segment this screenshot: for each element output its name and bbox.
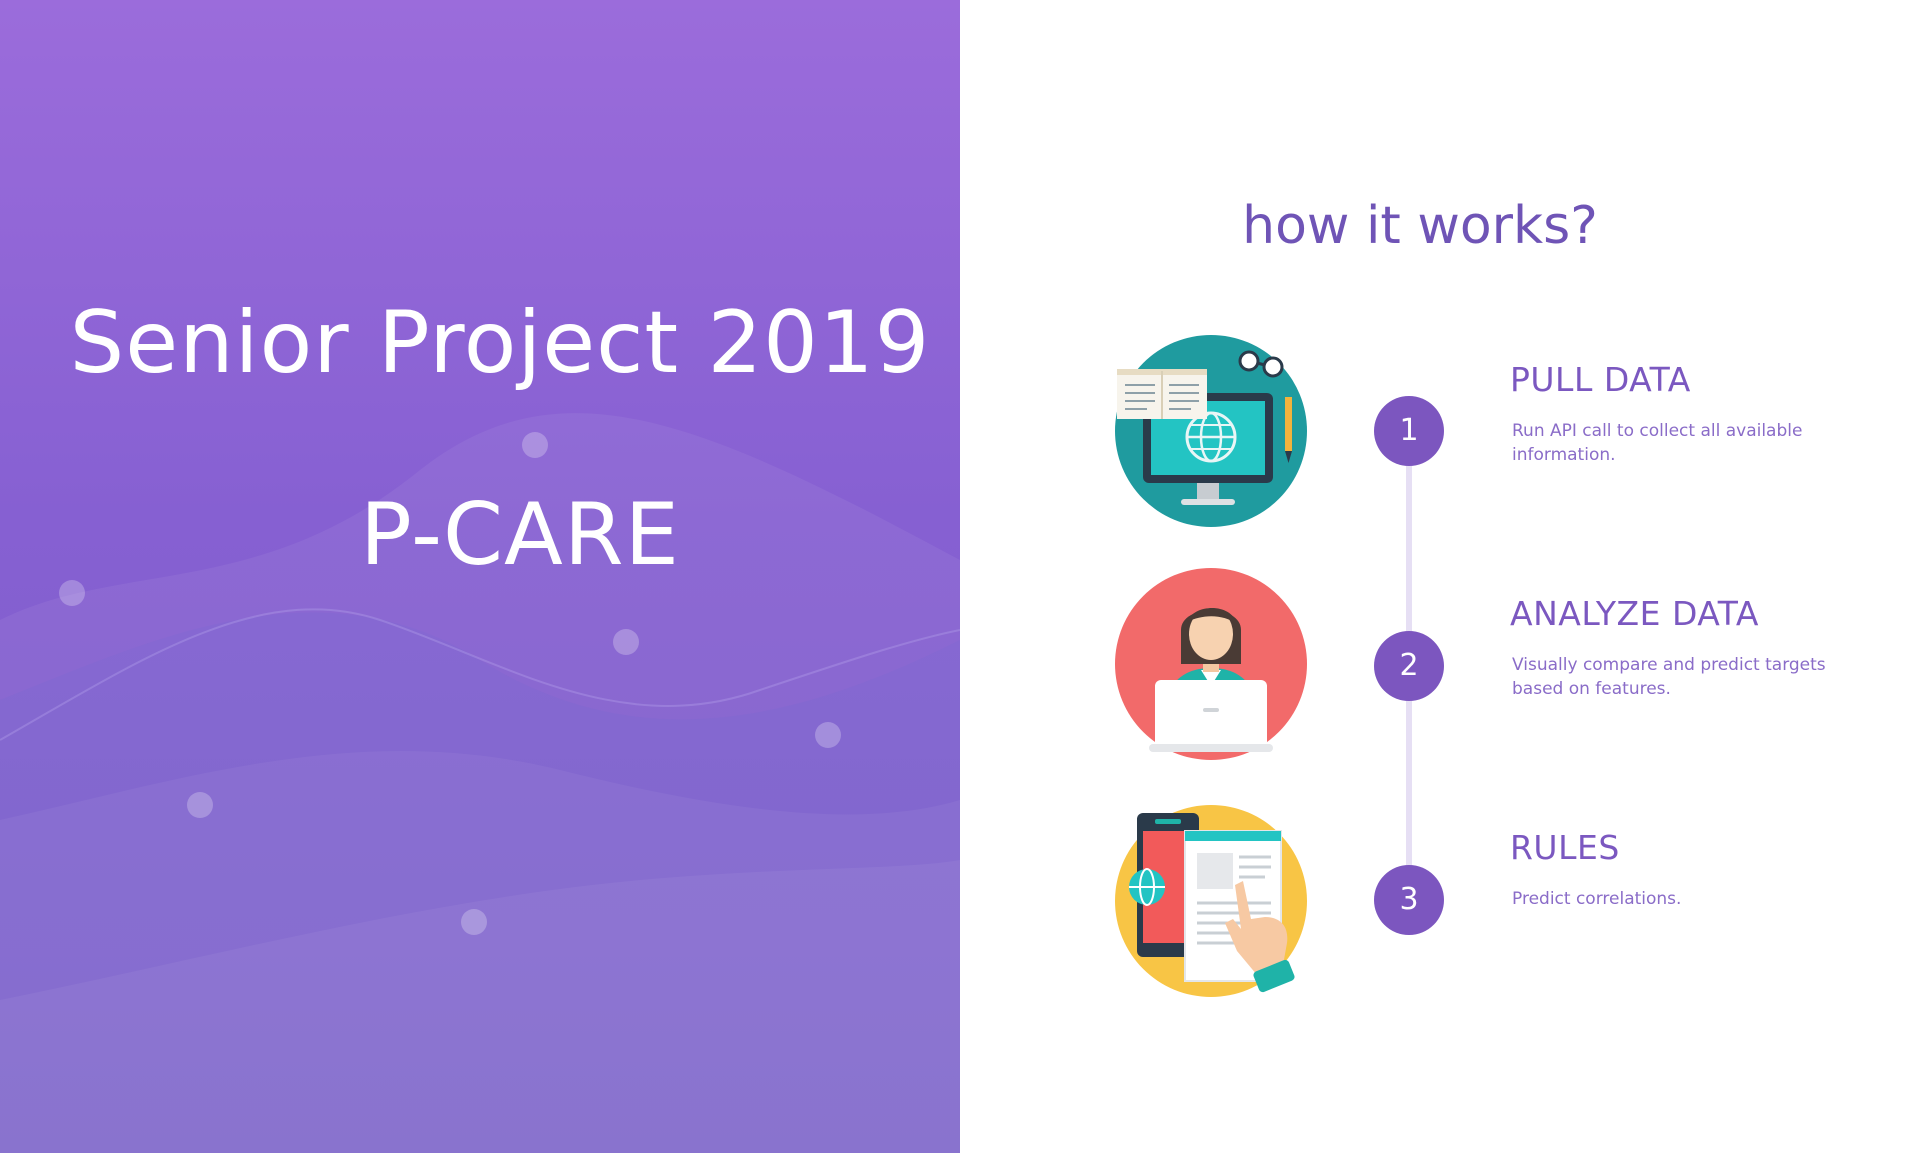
- step-1-description: Run API call to collect all available in…: [1512, 421, 1803, 465]
- section-heading: how it works?: [1242, 196, 1598, 256]
- step-3-description: Predict correlations.: [1512, 889, 1682, 909]
- dot-marker: [613, 629, 639, 655]
- step-1-title: PULL DATA: [1510, 360, 1691, 399]
- computer-book-icon: [1115, 335, 1307, 527]
- dot-marker: [187, 792, 213, 818]
- step-1-badge: 1: [1374, 396, 1444, 466]
- step-2-badge: 2: [1374, 631, 1444, 701]
- person-laptop-icon: [1115, 568, 1307, 760]
- project-name: P-CARE: [360, 485, 680, 585]
- step-3-badge: 3: [1374, 865, 1444, 935]
- step-2-title: ANALYZE DATA: [1510, 594, 1759, 633]
- step-2-description: Visually compare and predict targets bas…: [1512, 655, 1826, 699]
- how-it-works-panel: how it works? 1 PULL DATA Run API call t…: [960, 0, 1920, 1153]
- dot-marker: [522, 432, 548, 458]
- slide: Senior Project 2019 P-CARE how it works?: [0, 0, 1920, 1153]
- title-panel: Senior Project 2019 P-CARE: [0, 0, 960, 1153]
- phone-document-icon: [1115, 805, 1307, 997]
- project-title: Senior Project 2019: [69, 293, 931, 393]
- dot-marker: [815, 722, 841, 748]
- step-3-title: RULES: [1510, 828, 1620, 867]
- dot-marker: [461, 909, 487, 935]
